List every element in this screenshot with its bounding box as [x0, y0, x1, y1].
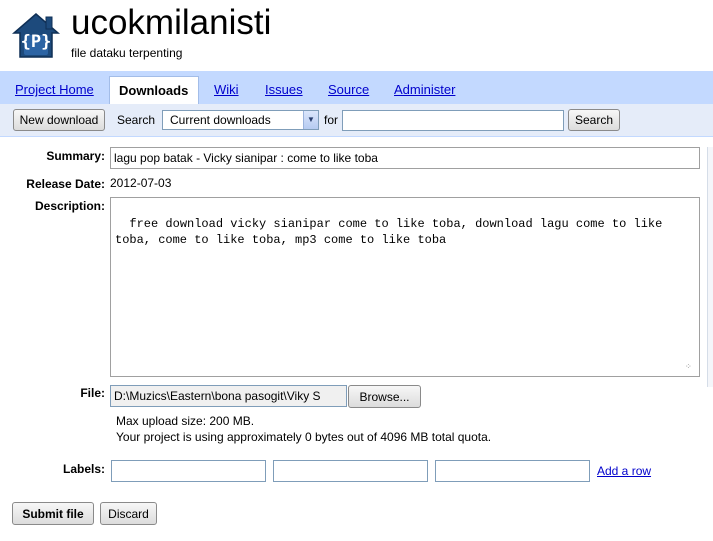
search-scope-value: Current downloads: [170, 113, 271, 127]
project-name[interactable]: ucokmilanisti: [71, 2, 271, 44]
submit-file-button[interactable]: Submit file: [12, 502, 94, 525]
max-upload-info: Max upload size: 200 MB.: [116, 414, 255, 428]
tab-project-home[interactable]: Project Home: [15, 82, 94, 97]
file-path-input[interactable]: D:\Muzics\Eastern\bona pasogit\Viky S: [110, 385, 347, 407]
search-label: Search: [117, 113, 156, 127]
project-logo[interactable]: {P}: [11, 11, 61, 59]
file-label: File:: [80, 386, 105, 400]
page-scrollbar[interactable]: [707, 147, 713, 387]
project-summary: file dataku terpenting: [71, 46, 183, 60]
release-date-label: Release Date:: [26, 177, 105, 191]
description-text: free download vicky sianipar come to lik…: [115, 217, 670, 247]
description-textarea[interactable]: free download vicky sianipar come to lik…: [110, 197, 700, 377]
tab-wiki[interactable]: Wiki: [214, 82, 239, 97]
tab-source[interactable]: Source: [328, 82, 369, 97]
add-row-link[interactable]: Add a row: [597, 464, 651, 478]
resize-grip-icon[interactable]: ⁘: [685, 363, 695, 373]
browse-button[interactable]: Browse...: [348, 385, 421, 408]
tab-issues[interactable]: Issues: [265, 82, 303, 97]
search-scope-select[interactable]: Current downloads ▼: [162, 110, 319, 130]
new-download-button[interactable]: New download: [13, 109, 105, 131]
summary-input[interactable]: lagu pop batak - Vicky sianipar : come t…: [110, 147, 700, 169]
tab-downloads[interactable]: Downloads: [109, 76, 199, 105]
label-input-1[interactable]: [111, 460, 266, 482]
chevron-down-icon[interactable]: ▼: [303, 111, 318, 129]
release-date-value: 2012-07-03: [110, 176, 172, 190]
logo-text: {P}: [20, 32, 52, 52]
discard-button[interactable]: Discard: [100, 502, 157, 525]
label-input-2[interactable]: [273, 460, 428, 482]
tab-downloads-label: Downloads: [119, 83, 189, 98]
tab-administer[interactable]: Administer: [394, 82, 455, 97]
quota-info: Your project is using approximately 0 by…: [116, 430, 492, 444]
labels-label: Labels:: [62, 462, 105, 476]
for-label: for: [324, 113, 339, 127]
search-button[interactable]: Search: [568, 109, 620, 131]
description-label: Description:: [34, 199, 105, 213]
label-input-3[interactable]: [435, 460, 590, 482]
summary-label: Summary:: [46, 149, 105, 163]
search-input[interactable]: [342, 110, 564, 131]
